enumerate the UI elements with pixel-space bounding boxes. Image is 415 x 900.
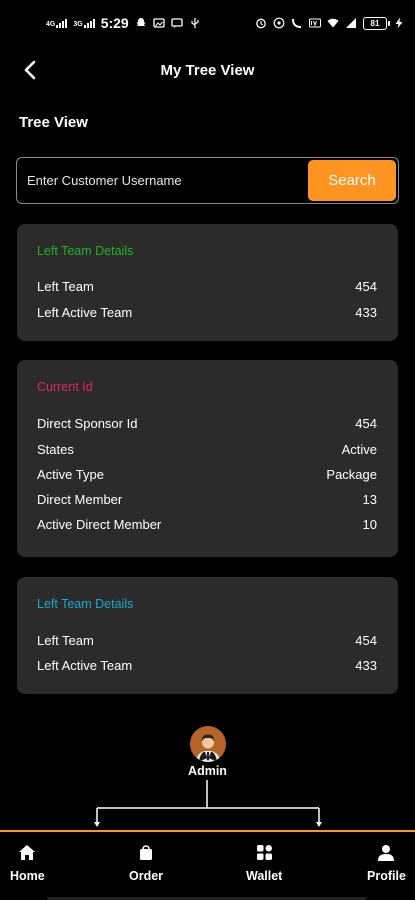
shopping-bag-icon <box>140 845 153 860</box>
detail-row: Direct Member 13 <box>37 492 377 507</box>
signal-1-icon: 4G <box>46 18 68 28</box>
snapchat-icon <box>136 18 146 26</box>
row-label: Active Direct Member <box>37 517 162 532</box>
status-bar: 4G 3G 5:29 81 <box>0 0 415 46</box>
battery-icon: 81 <box>363 16 390 30</box>
row-value: 13 <box>362 492 377 507</box>
home-icon <box>19 845 36 860</box>
row-value: Active <box>341 442 377 457</box>
wifi-icon <box>327 18 339 28</box>
nav-wallet-label: Wallet <box>246 869 283 883</box>
network-1-label: 4G <box>46 20 56 28</box>
chevron-left-icon <box>24 60 36 80</box>
row-label: Direct Member <box>37 492 123 507</box>
row-value: 454 <box>355 416 377 431</box>
wallet-grid-icon <box>256 845 272 860</box>
page-title: My Tree View <box>160 61 255 79</box>
network-2-label: 3G <box>73 20 83 28</box>
status-bar-right: 81 <box>255 16 405 30</box>
charging-icon <box>395 17 403 29</box>
person-icon <box>378 845 395 861</box>
detail-row: Left Team 454 <box>37 633 377 648</box>
customer-username-input[interactable] <box>17 158 308 203</box>
card-heading: Left Team Details <box>37 597 134 611</box>
usb-icon <box>191 18 199 28</box>
detail-row: Direct Sponsor Id 454 <box>37 416 377 431</box>
user-avatar-icon <box>189 726 226 762</box>
signal-2-icon: 3G <box>73 18 95 28</box>
nav-home-label: Home <box>10 869 45 883</box>
message-icon <box>171 18 183 28</box>
detail-row: Left Active Team 433 <box>37 305 377 320</box>
left-team-details-card-2: Left Team Details Left Team 454 Left Act… <box>17 577 398 694</box>
nav-order-label: Order <box>129 869 164 883</box>
detail-row: States Active <box>37 442 377 457</box>
hotspot-icon <box>273 17 285 29</box>
card-heading: Left Team Details <box>37 244 134 258</box>
row-value: 454 <box>355 633 377 648</box>
row-value: 433 <box>355 658 377 673</box>
nav-home[interactable]: Home <box>10 844 45 883</box>
detail-row: Left Team 454 <box>37 279 377 294</box>
row-label: Direct Sponsor Id <box>37 416 138 431</box>
tree-root-label: Admin <box>188 764 227 778</box>
back-button[interactable] <box>16 56 44 84</box>
vowifi-icon <box>292 19 301 28</box>
photo-icon <box>153 18 165 28</box>
row-label: States <box>37 442 74 457</box>
detail-row: Active Type Package <box>37 467 377 482</box>
left-team-details-card: Left Team Details Left Team 454 Left Act… <box>17 224 398 341</box>
row-label: Left Active Team <box>37 305 133 320</box>
row-value: 10 <box>362 517 377 532</box>
cell-signal-icon <box>346 18 356 28</box>
row-label: Left Team <box>37 279 94 294</box>
alarm-icon <box>256 18 266 29</box>
row-label: Left Active Team <box>37 658 133 673</box>
bottom-navigation: Home Order Wallet Profile <box>0 830 415 900</box>
row-value: Package <box>326 467 377 482</box>
card-heading: Current Id <box>37 380 93 394</box>
volte-icon <box>309 18 321 28</box>
current-id-card: Current Id Direct Sponsor Id 454 States … <box>17 360 398 557</box>
nav-wallet[interactable]: Wallet <box>246 844 282 883</box>
app-header: My Tree View <box>0 46 415 94</box>
section-title: Tree View <box>19 114 88 131</box>
row-label: Active Type <box>37 467 104 482</box>
search-bar: Search <box>16 157 399 204</box>
row-value: 433 <box>355 305 377 320</box>
nav-profile-label: Profile <box>367 869 406 883</box>
detail-row: Active Direct Member 10 <box>37 517 377 532</box>
row-label: Left Team <box>37 633 94 648</box>
tree-root-node[interactable]: Admin <box>0 726 415 778</box>
nav-order[interactable]: Order <box>129 844 163 883</box>
nav-profile[interactable]: Profile <box>367 844 406 883</box>
search-button[interactable]: Search <box>308 160 396 201</box>
tree-connector-lines <box>94 780 322 827</box>
detail-row: Left Active Team 433 <box>37 658 377 673</box>
status-time: 5:29 <box>100 15 129 31</box>
row-value: 454 <box>355 279 377 294</box>
status-bar-left: 4G 3G 5:29 <box>46 15 201 31</box>
